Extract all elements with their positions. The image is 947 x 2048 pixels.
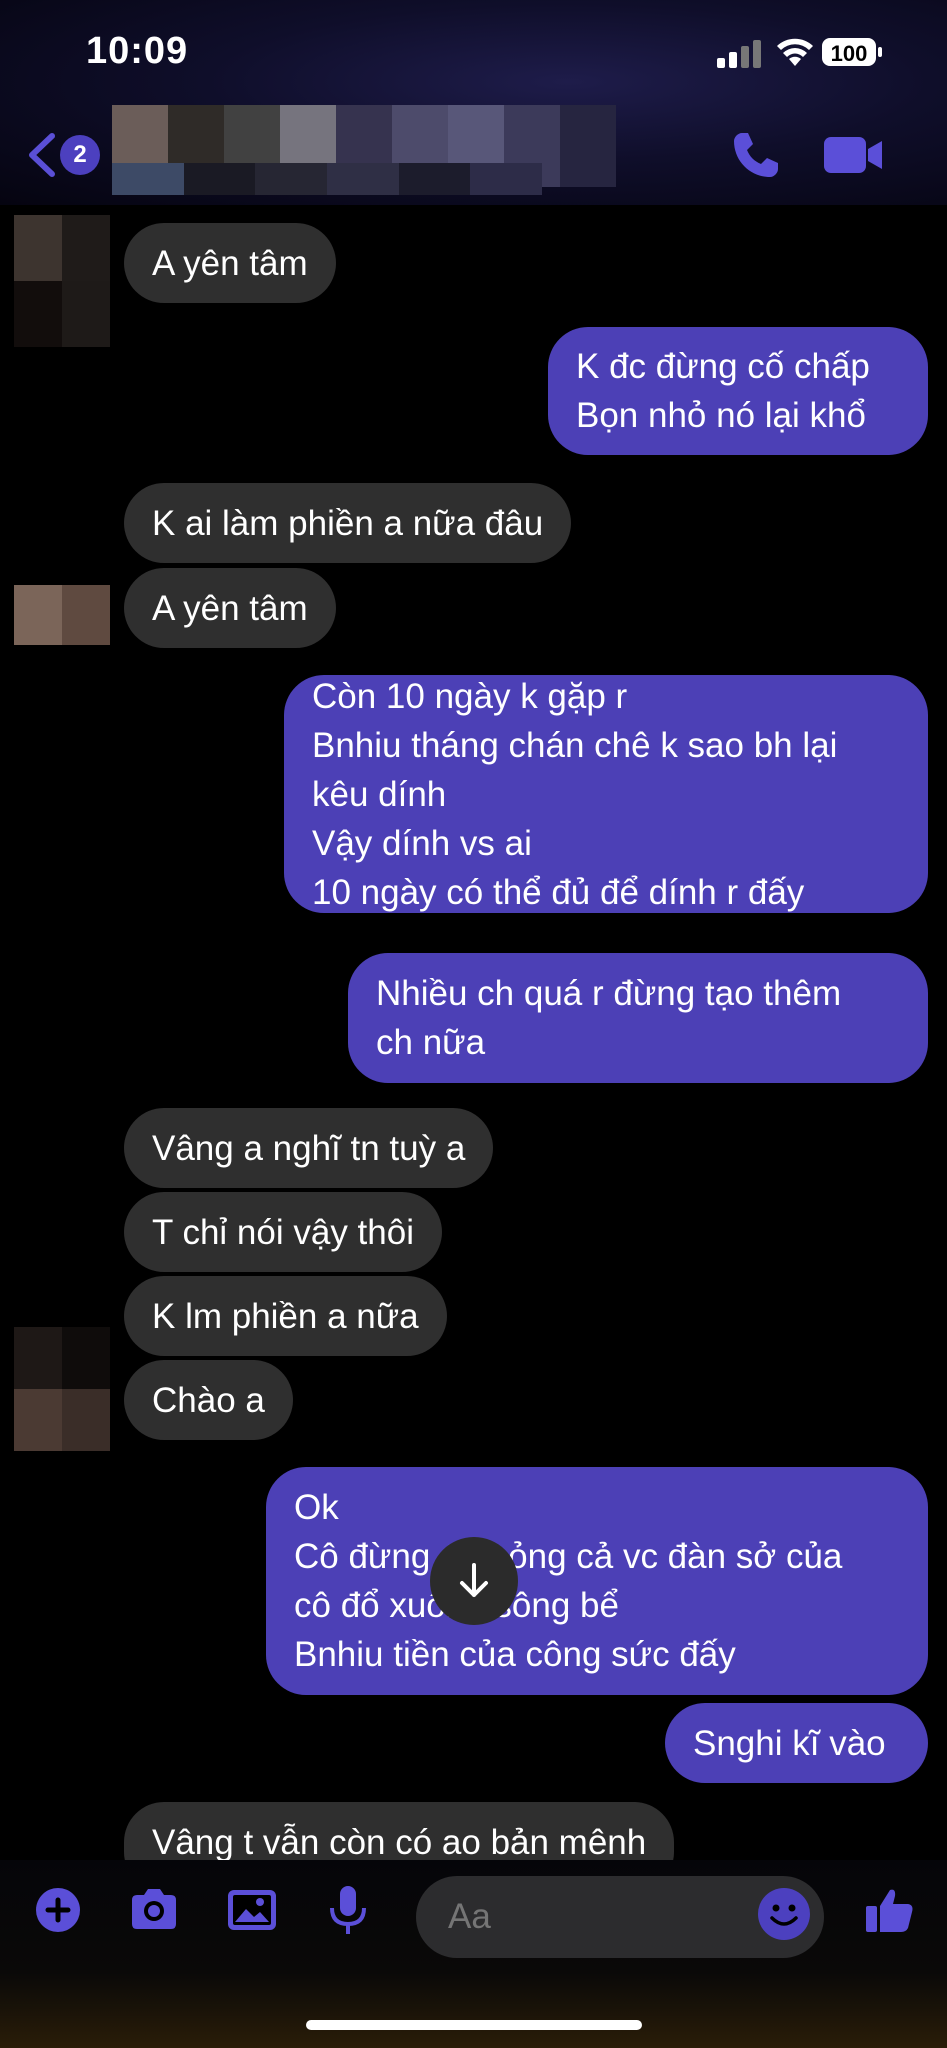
contact-avatar-pixelated	[14, 215, 110, 347]
message-incoming[interactable]: A yên tâm	[124, 568, 336, 648]
video-call-button[interactable]	[820, 127, 886, 183]
message-composer	[0, 1860, 947, 2048]
message-incoming[interactable]: K ai làm phiền a nữa đâu	[124, 483, 572, 563]
battery-icon: 100	[822, 38, 884, 68]
home-indicator	[306, 2020, 642, 2030]
scroll-to-bottom-button[interactable]	[430, 1537, 518, 1625]
video-camera-icon	[824, 137, 882, 173]
unread-badge: 2	[60, 135, 100, 175]
plus-circle-icon	[36, 1888, 80, 1932]
contact-status-pixelated	[112, 163, 543, 195]
message-incoming[interactable]: Vâng t vẫn còn có ao bản mênh	[124, 1802, 675, 1860]
thumbs-up-icon	[866, 1889, 913, 1932]
like-button[interactable]	[862, 1882, 918, 1938]
microphone-icon	[330, 1886, 366, 1934]
back-button[interactable]: 2	[26, 127, 106, 183]
message-outgoing[interactable]: Nhiều ch quá r đừng tạo thêm ch nữa	[348, 953, 928, 1083]
chevron-left-icon	[29, 133, 55, 177]
contact-avatar-pixelated	[14, 585, 110, 645]
message-outgoing[interactable]: Snghi kĩ vào	[665, 1703, 928, 1783]
message-incoming[interactable]: A yên tâm	[124, 223, 336, 303]
arrow-down-icon	[460, 1563, 488, 1597]
phone-icon	[734, 133, 778, 177]
add-button[interactable]	[30, 1882, 86, 1938]
battery-level: 100	[822, 38, 876, 66]
photo-icon	[228, 1890, 276, 1930]
contact-avatar-pixelated	[14, 1327, 110, 1451]
message-incoming[interactable]: Vâng a nghĩ tn tuỳ a	[124, 1108, 494, 1188]
wifi-icon	[775, 34, 815, 68]
gallery-button[interactable]	[224, 1882, 280, 1938]
voice-message-button[interactable]	[320, 1882, 376, 1938]
voice-call-button[interactable]	[728, 127, 784, 183]
message-outgoing[interactable]: Ok Cô đừng để hỏng cả vc đàn sở của cô đ…	[266, 1467, 928, 1695]
message-incoming[interactable]: T chỉ nói vậy thôi	[124, 1192, 442, 1272]
camera-icon	[132, 1889, 176, 1929]
status-bar: 10:09 100	[0, 0, 947, 100]
message-incoming[interactable]: K lm phiền a nữa	[124, 1276, 447, 1356]
smiley-icon	[770, 1904, 798, 1926]
message-incoming[interactable]: Chào a	[124, 1360, 293, 1440]
message-outgoing[interactable]: K đc đừng cố chấp Bọn nhỏ nó lại khổ	[548, 327, 928, 455]
message-outgoing[interactable]: Còn 10 ngày k gặp r Bnhiu tháng chán chê…	[284, 675, 928, 913]
emoji-button[interactable]	[758, 1888, 810, 1940]
camera-button[interactable]	[126, 1882, 182, 1938]
conversation-header: 2	[0, 105, 947, 205]
cellular-signal-icon	[717, 38, 761, 68]
clock: 10:09	[86, 30, 189, 72]
